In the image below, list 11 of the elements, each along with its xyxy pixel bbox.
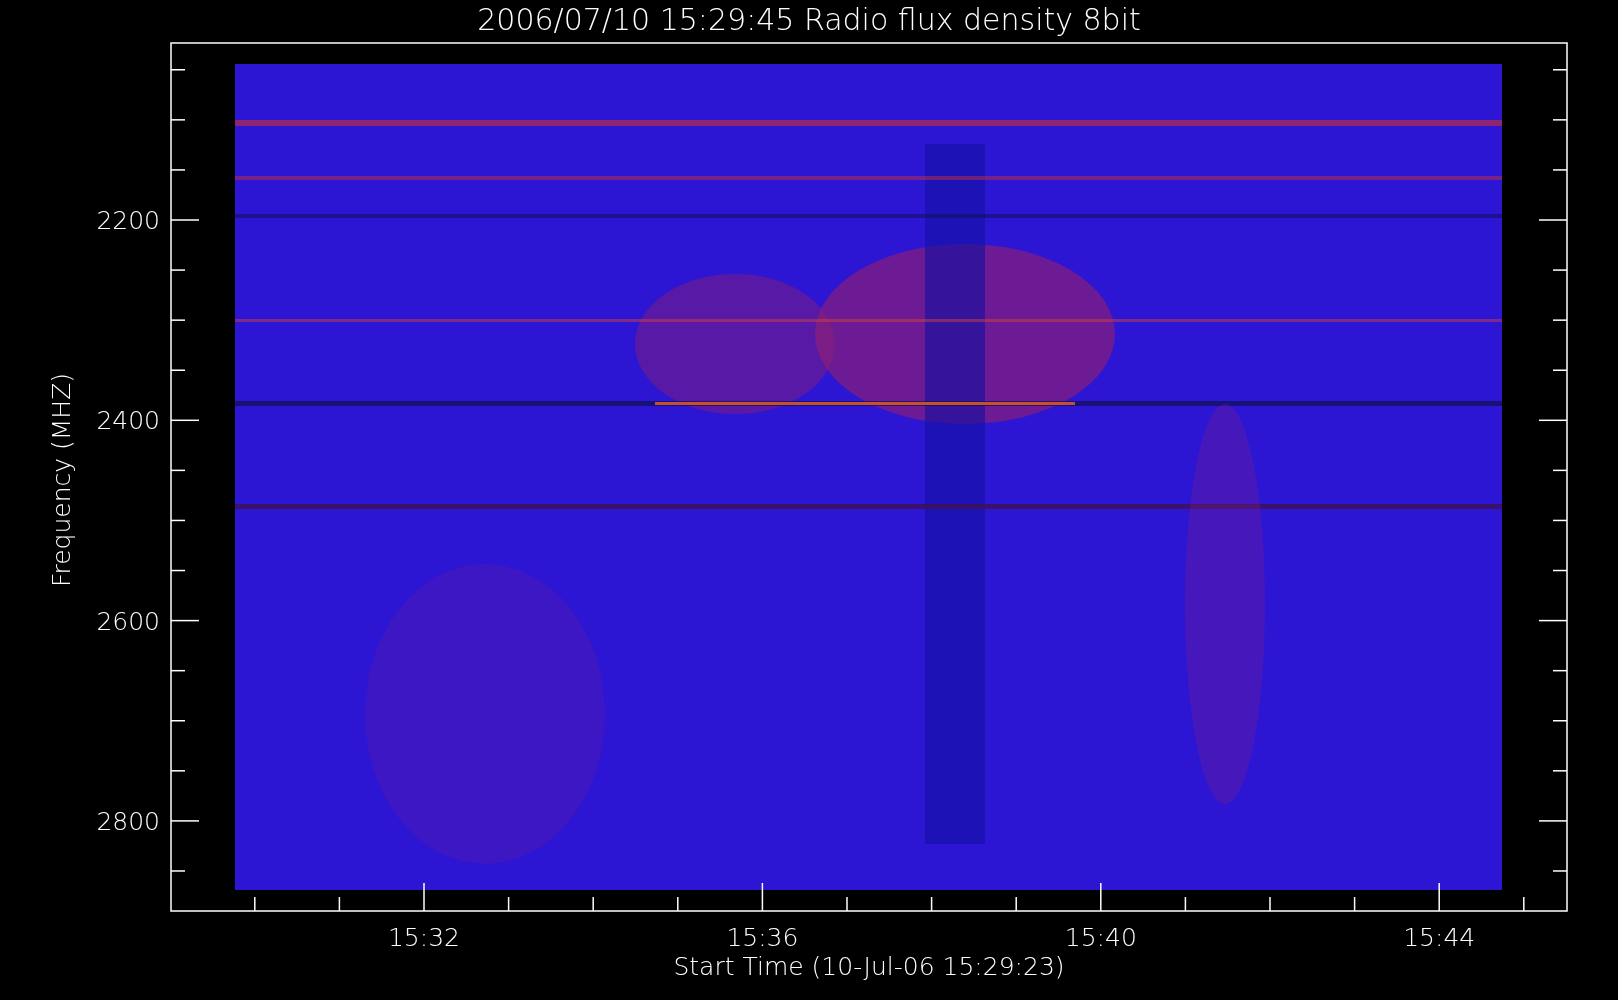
x-tick-label: 15:36 <box>726 923 799 952</box>
y-tick-label: 2400 <box>96 406 160 436</box>
y-tick-label: 2800 <box>96 806 160 836</box>
x-tick-label: 15:40 <box>1064 923 1137 952</box>
y-axis-title: Frequency (MHZ) <box>47 372 76 588</box>
chart-title: 2006/07/10 15:29:45 Radio flux density 8bit <box>477 2 1141 37</box>
x-tick-label: 15:44 <box>1403 923 1476 952</box>
y-tick-label: 2200 <box>96 206 160 235</box>
x-tick-label: 15:32 <box>388 923 460 952</box>
x-axis-title: Start Time (10-Jul-06 15:29:23) <box>673 952 1065 981</box>
y-tick-label: 2600 <box>96 606 160 636</box>
